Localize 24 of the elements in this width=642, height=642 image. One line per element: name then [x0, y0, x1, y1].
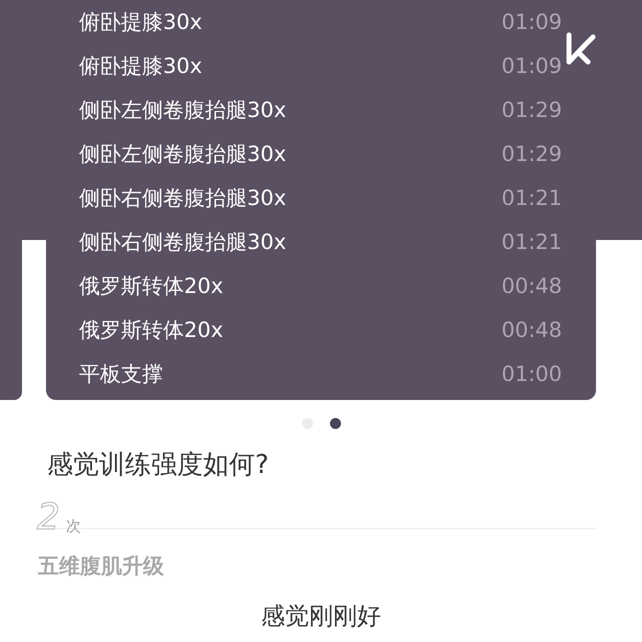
ghost-count: 2 [37, 500, 60, 536]
answer-option[interactable]: 感觉刚刚好 [0, 600, 642, 632]
exercise-duration: 01:29 [501, 142, 562, 166]
exercise-name: 俄罗斯转体20x [79, 317, 224, 344]
exercise-name: 侧卧右侧卷腹抬腿30x [79, 229, 286, 256]
exercise-duration: 01:21 [501, 230, 562, 254]
exercise-duration: 00:48 [501, 318, 562, 342]
exercise-name: 侧卧左侧卷腹抬腿30x [79, 141, 286, 168]
exercise-name: 侧卧左侧卷腹抬腿30x [79, 97, 286, 124]
exercise-duration: 01:21 [501, 186, 562, 210]
question-title: 感觉训练强度如何? [47, 449, 270, 482]
exercise-duration: 01:29 [501, 98, 562, 122]
exercise-duration: 00:48 [501, 274, 562, 298]
exercise-duration: 01:00 [501, 362, 562, 386]
exercise-duration: 01:09 [501, 10, 562, 34]
exercise-name: 俯卧提膝30x [79, 9, 202, 36]
exercise-name: 侧卧右侧卷腹抬腿30x [79, 185, 286, 212]
exercise-name: 平板支撑 [79, 361, 163, 388]
exercise-duration: 01:09 [501, 54, 562, 78]
exercise-name: 俯卧提膝30x [79, 53, 202, 80]
page-dot[interactable] [330, 418, 340, 429]
exercise-name: 俄罗斯转体20x [79, 273, 224, 300]
ghost-title: 五维腹肌升级 [38, 553, 164, 580]
ghost-unit: 次 [66, 517, 81, 536]
